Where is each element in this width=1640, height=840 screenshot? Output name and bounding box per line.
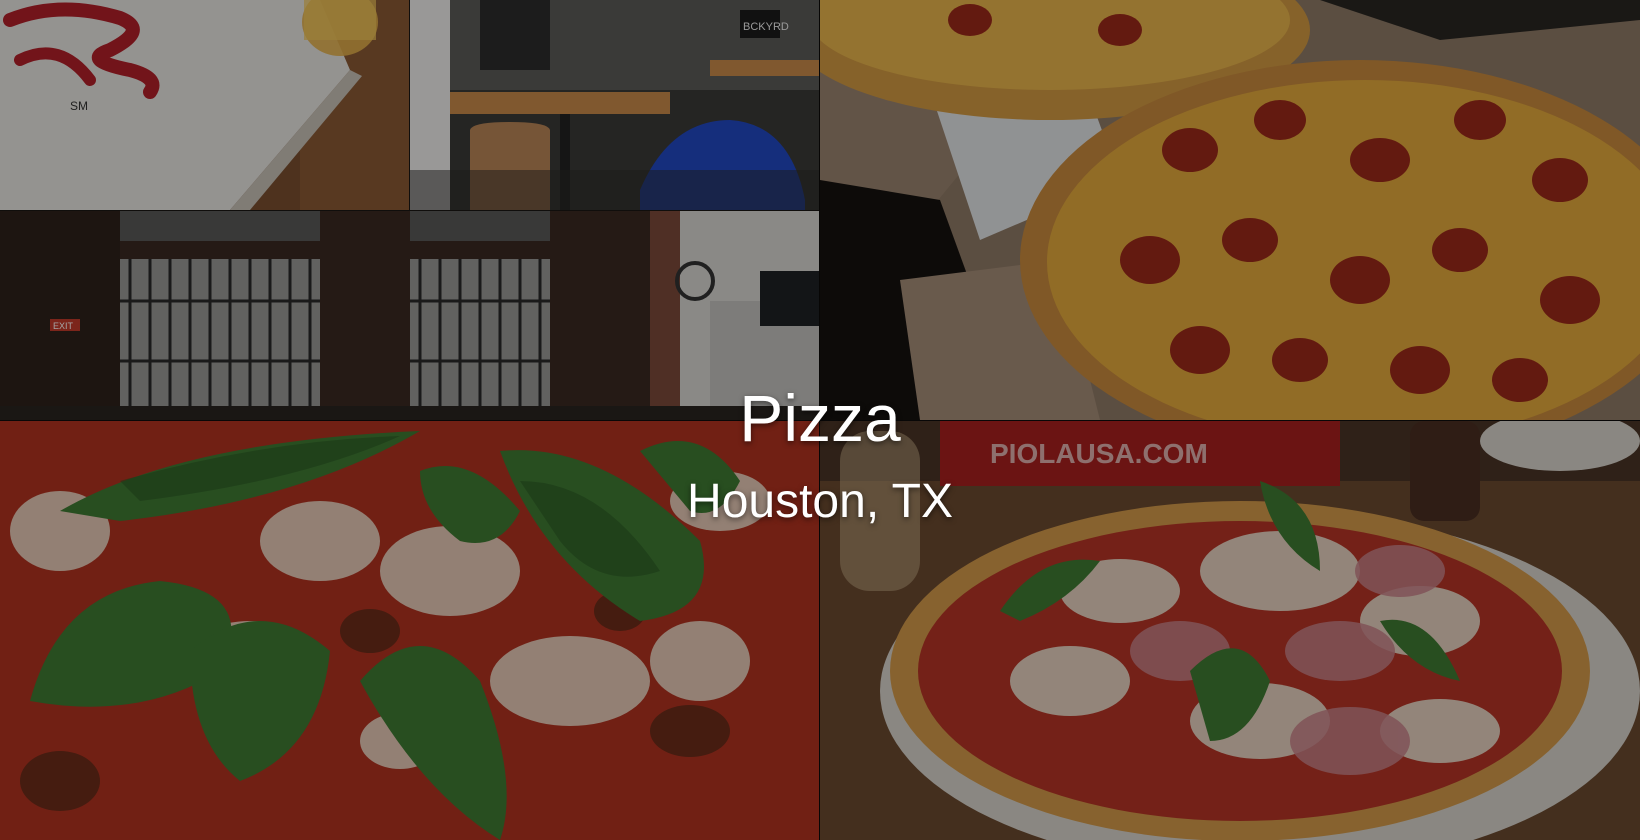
photo-restaurant-interior: BCKYRD — [410, 0, 819, 210]
location-subtitle: Houston, TX — [687, 475, 953, 528]
photo-pepperoni-pizza — [820, 0, 1640, 420]
page-title: Pizza — [739, 381, 901, 455]
restaurant-sign-text: BCKYRD — [743, 21, 789, 33]
hero-banner: SM BCKYRD EXIT PIOLAUSA.COM Pizza Housto… — [0, 0, 1640, 840]
photo-pizza-box: SM — [0, 0, 409, 210]
box-logo-text: SM — [70, 99, 88, 113]
exit-sign-text: EXIT — [53, 321, 74, 331]
